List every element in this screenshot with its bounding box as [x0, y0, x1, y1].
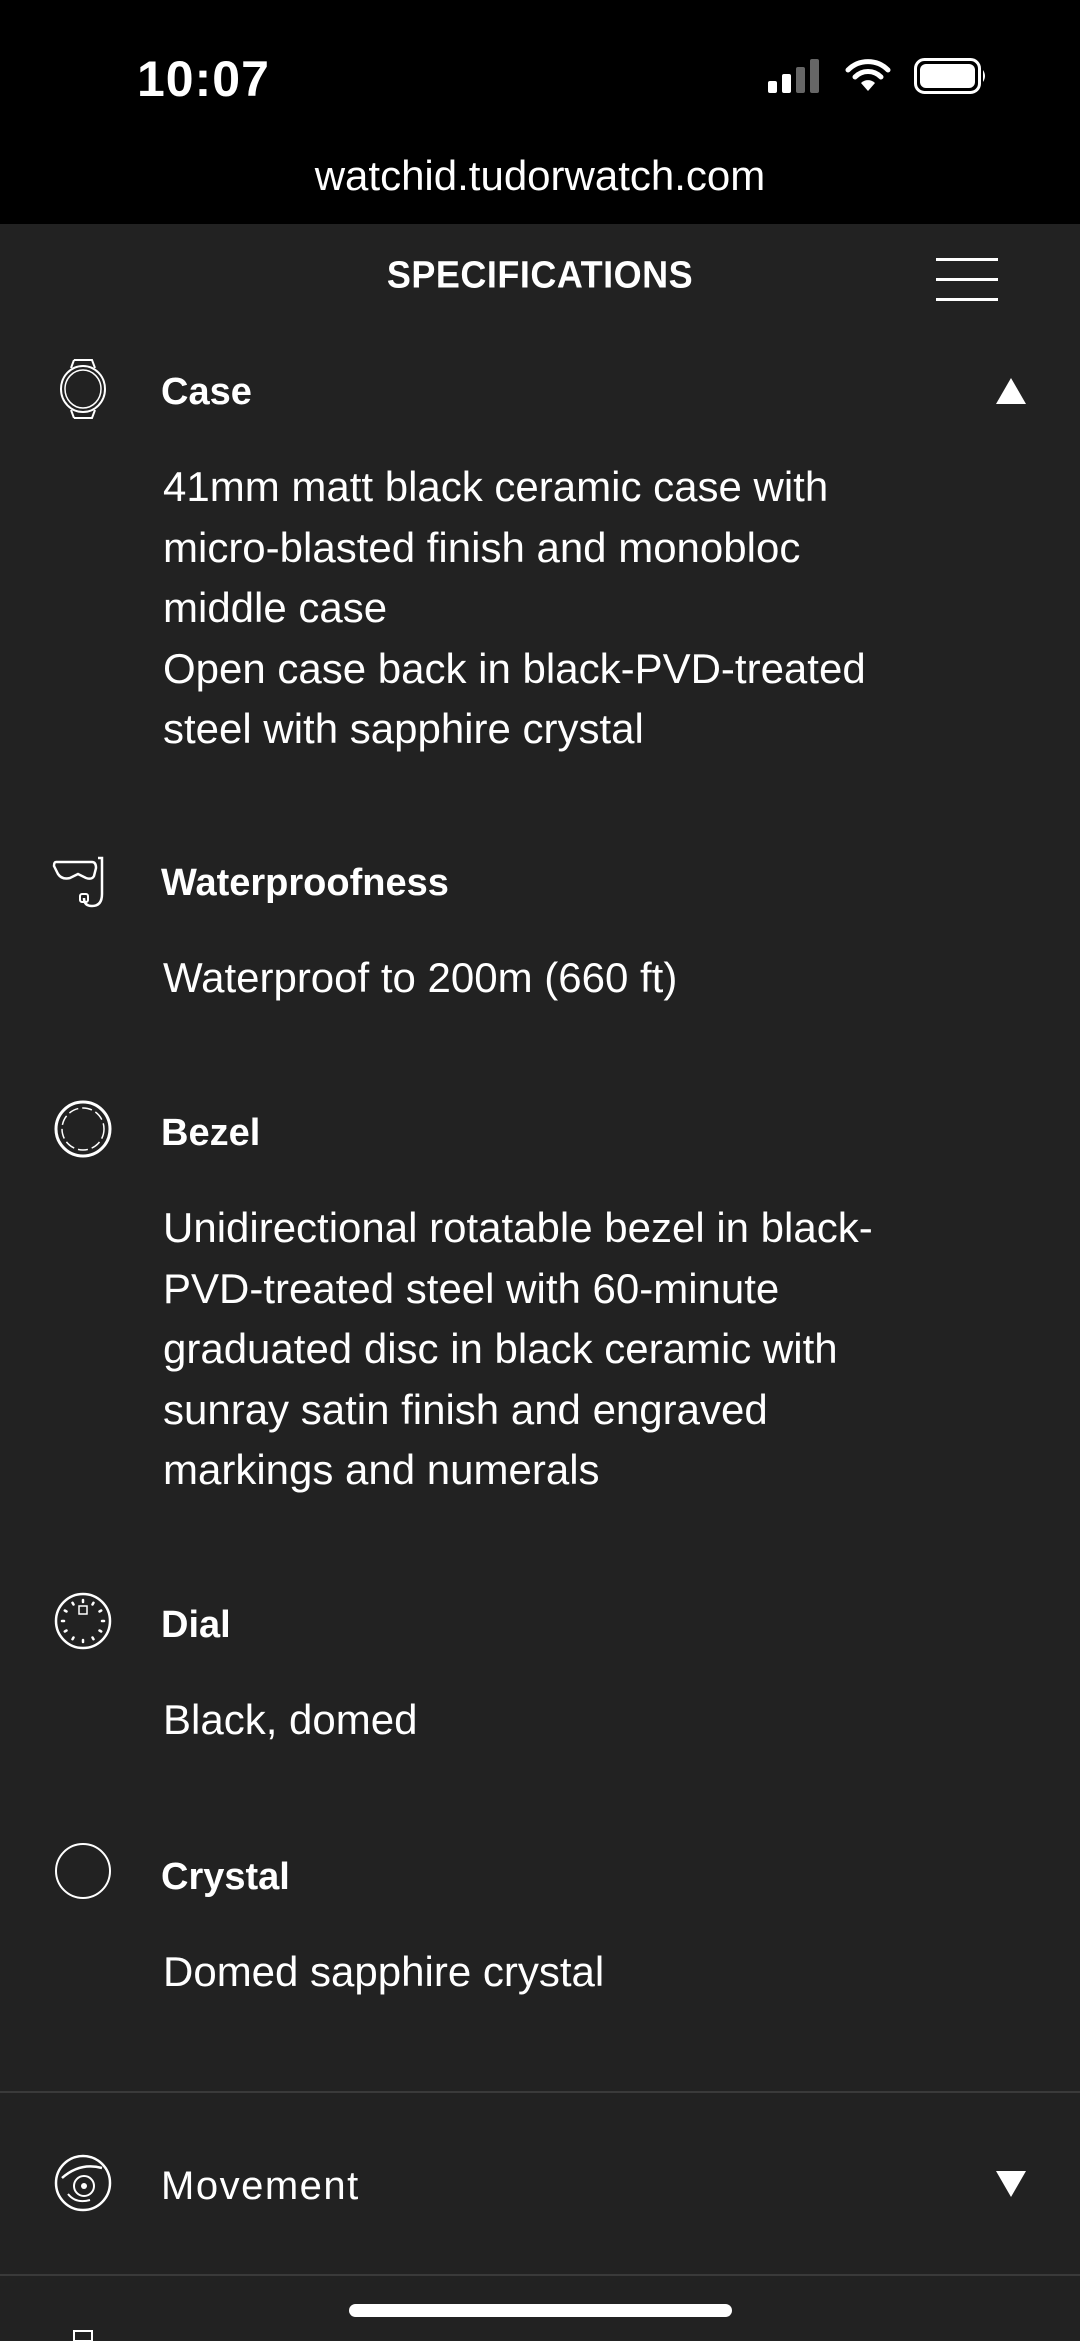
partial-next-icon [73, 2330, 93, 2341]
spec-label-movement[interactable]: Movement [161, 2164, 360, 2209]
spec-text-crystal: Domed sapphire crystal [163, 1948, 605, 1995]
address-bar[interactable]: watchid.tudorwatch.com [0, 130, 1080, 224]
expand-arrow-icon[interactable] [996, 2171, 1026, 2197]
url-text[interactable]: watchid.tudorwatch.com [315, 152, 766, 200]
dive-mask-icon [52, 856, 104, 908]
spec-text-waterproofness: Waterproof to 200m (660 ft) [163, 954, 678, 1001]
spec-text-case: 41mm matt black ceramic case with micro-… [163, 463, 866, 752]
bezel-icon [54, 1100, 112, 1158]
section-divider [0, 2091, 1080, 2093]
spec-label-waterproofness[interactable]: Waterproofness [161, 862, 449, 905]
page-header: SPECIFICATIONS [0, 224, 1080, 328]
wifi-icon [845, 59, 891, 91]
spec-text-dial: Black, domed [163, 1696, 418, 1743]
watch-case-icon [60, 359, 106, 419]
battery-icon [914, 58, 985, 94]
home-indicator[interactable] [349, 2304, 732, 2317]
movement-icon [54, 2154, 112, 2212]
section-divider [0, 2274, 1080, 2276]
spec-text-bezel: Unidirectional rotatable bezel in black-… [163, 1204, 873, 1493]
page-title: SPECIFICATIONS [386, 252, 694, 296]
spec-label-bezel[interactable]: Bezel [161, 1112, 260, 1155]
menu-button[interactable] [936, 254, 1002, 302]
dial-icon [54, 1592, 112, 1650]
cellular-signal-icon [768, 59, 819, 93]
status-icons [768, 58, 988, 94]
spec-label-dial[interactable]: Dial [161, 1604, 231, 1647]
status-time: 10:07 [137, 51, 270, 107]
spec-label-case[interactable]: Case [161, 371, 252, 414]
status-bar: 10:07 [0, 0, 1080, 130]
crystal-icon [55, 1843, 111, 1899]
spec-label-crystal[interactable]: Crystal [161, 1856, 290, 1899]
collapse-arrow-icon[interactable] [996, 378, 1026, 404]
